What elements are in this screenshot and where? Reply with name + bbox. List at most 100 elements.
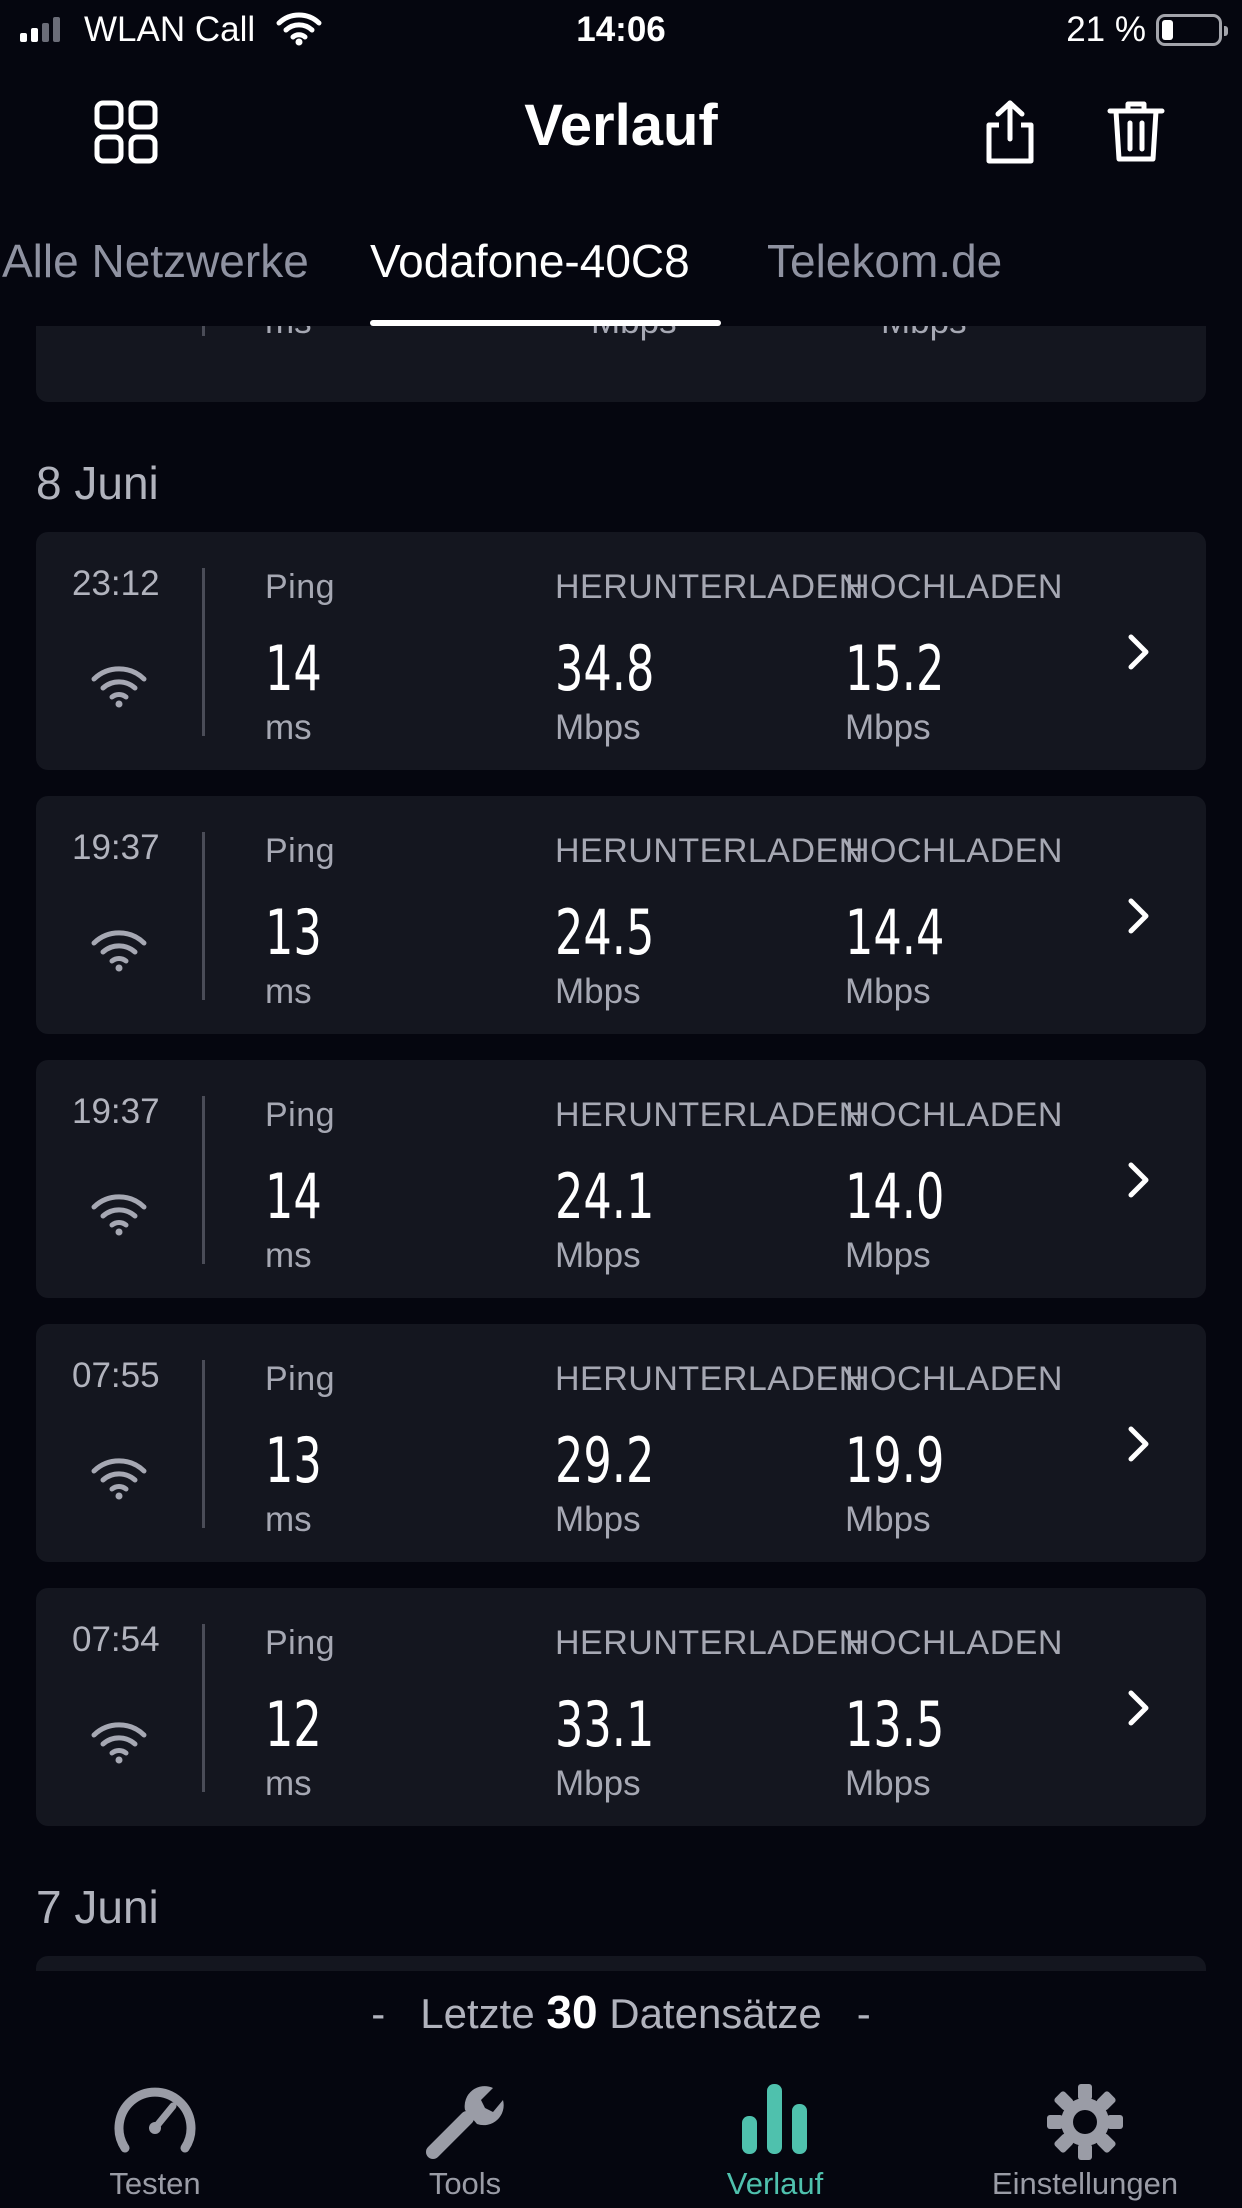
- download-label: HERUNTERLADEN: [555, 832, 864, 870]
- wifi-icon: [90, 928, 148, 977]
- tab-telekom-de[interactable]: Telekom.de: [767, 234, 1002, 288]
- nav-verlauf[interactable]: Verlauf: [620, 2068, 930, 2208]
- bar-chart-icon: [620, 2082, 930, 2156]
- network-tabs: Alle Netzwerke Vodafone-40C8 Telekom.de: [0, 220, 1242, 326]
- dash: -: [856, 1990, 871, 2037]
- history-row-partial[interactable]: ·˙· ms Mbps Mbps: [36, 326, 1206, 402]
- download-label: HERUNTERLADEN: [555, 1624, 864, 1662]
- chevron-right-icon[interactable]: [1126, 1688, 1152, 1733]
- upload-label: HOCHLADEN: [845, 1096, 1063, 1134]
- upload-value: 14.0: [845, 1160, 945, 1233]
- upload-value: 15.2: [845, 632, 945, 705]
- ping-label: Ping: [265, 1096, 336, 1134]
- gear-icon: [930, 2082, 1240, 2162]
- delete-button[interactable]: [1096, 92, 1176, 172]
- records-prefix: Letzte: [420, 1990, 535, 2037]
- wrench-icon: [310, 2082, 620, 2160]
- row-time: 07:54: [72, 1620, 160, 1659]
- nav-einstellungen[interactable]: Einstellungen: [930, 2068, 1240, 2208]
- chevron-right-icon[interactable]: [1126, 1160, 1152, 1205]
- date-header: 7 Juni: [36, 1881, 159, 1933]
- battery-percentage: 21 %: [1066, 10, 1146, 49]
- upload-label: HOCHLADEN: [845, 832, 1063, 870]
- upload-label: HOCHLADEN: [845, 1360, 1063, 1398]
- download-label: HERUNTERLADEN: [555, 1096, 864, 1134]
- chevron-right-icon[interactable]: [1126, 896, 1152, 941]
- upload-label: HOCHLADEN: [845, 1624, 1063, 1662]
- history-row[interactable]: 19:37 Ping 14 ms HERUNTERLADEN 24.1 Mbps…: [36, 1060, 1206, 1298]
- page-title: Verlauf: [524, 93, 718, 158]
- ping-value: 13: [265, 896, 322, 969]
- row-divider: [202, 1360, 205, 1528]
- upload-value: 13.5: [845, 1688, 945, 1761]
- ping-unit: ms: [265, 708, 312, 747]
- history-row-partial[interactable]: [36, 1956, 1206, 1971]
- row-time: 19:37: [72, 828, 160, 867]
- share-icon: [986, 100, 1034, 164]
- ping-value: 13: [265, 1424, 322, 1497]
- wifi-icon: [90, 1456, 148, 1505]
- row-time: 23:12: [72, 564, 160, 603]
- row-divider: [202, 568, 205, 736]
- chevron-right-icon[interactable]: [1126, 632, 1152, 677]
- download-value: 24.1: [555, 1160, 655, 1233]
- ping-unit: ms: [265, 326, 312, 342]
- ping-unit: ms: [265, 1500, 312, 1539]
- upload-unit: Mbps: [845, 1500, 931, 1539]
- records-summary: - Letzte 30 Datensätze -: [0, 1985, 1242, 2039]
- row-time: 19:37: [72, 1092, 160, 1131]
- tab-vodafone-40c8[interactable]: Vodafone-40C8: [370, 234, 690, 288]
- dash: -: [371, 1990, 386, 2037]
- nav-testen[interactable]: Testen: [0, 2068, 310, 2208]
- row-divider: [202, 1624, 205, 1792]
- clock: 14:06: [576, 10, 666, 49]
- ping-unit: ms: [265, 972, 312, 1011]
- ping-value: 14: [265, 632, 322, 705]
- history-row[interactable]: 23:12 Ping 14 ms HERUNTERLADEN 34.8 Mbps…: [36, 532, 1206, 770]
- nav-label: Testen: [109, 2166, 201, 2201]
- chevron-right-icon[interactable]: [1126, 1424, 1152, 1469]
- upload-label: HOCHLADEN: [845, 568, 1063, 606]
- upload-unit: Mbps: [881, 326, 967, 342]
- download-value: 34.8: [555, 632, 655, 705]
- speedometer-icon: [0, 2082, 310, 2156]
- records-suffix: Datensätze: [609, 1990, 822, 2037]
- download-unit: Mbps: [555, 708, 641, 747]
- download-label: HERUNTERLADEN: [555, 568, 864, 606]
- nav-label: Einstellungen: [991, 2166, 1179, 2201]
- trash-icon: [1107, 101, 1165, 162]
- download-value: 24.5: [555, 896, 655, 969]
- download-unit: Mbps: [591, 326, 677, 342]
- ping-unit: ms: [265, 1236, 312, 1275]
- upload-value: 19.9: [845, 1424, 945, 1497]
- ping-label: Ping: [265, 1360, 336, 1398]
- download-value: 33.1: [555, 1688, 655, 1761]
- ping-label: Ping: [265, 832, 336, 870]
- share-button[interactable]: [970, 92, 1050, 172]
- history-row[interactable]: 19:37 Ping 13 ms HERUNTERLADEN 24.5 Mbps…: [36, 796, 1206, 1034]
- app-header: Verlauf: [0, 62, 1242, 192]
- ping-label: Ping: [265, 1624, 336, 1662]
- nav-label: Tools: [428, 2166, 502, 2201]
- download-unit: Mbps: [555, 1764, 641, 1803]
- upload-unit: Mbps: [845, 708, 931, 747]
- bottom-tab-bar: Testen Tools Verlauf Einstellungen: [0, 2068, 1242, 2208]
- download-label: HERUNTERLADEN: [555, 1360, 864, 1398]
- history-row[interactable]: 07:54 Ping 12 ms HERUNTERLADEN 33.1 Mbps…: [36, 1588, 1206, 1826]
- ping-unit: ms: [265, 1764, 312, 1803]
- date-header: 8 Juni: [36, 457, 159, 509]
- tab-alle-netzwerke[interactable]: Alle Netzwerke: [2, 234, 309, 288]
- ping-value: 14: [265, 1160, 322, 1233]
- nav-tools[interactable]: Tools: [310, 2068, 620, 2208]
- upload-unit: Mbps: [845, 1764, 931, 1803]
- ping-label: Ping: [265, 568, 336, 606]
- history-row[interactable]: 07:55 Ping 13 ms HERUNTERLADEN 29.2 Mbps…: [36, 1324, 1206, 1562]
- nav-label: Verlauf: [726, 2166, 824, 2201]
- upload-unit: Mbps: [845, 972, 931, 1011]
- battery-icon: [1156, 14, 1228, 46]
- history-list[interactable]: ·˙· ms Mbps Mbps 8 Juni 23:12 Ping 14 ms…: [0, 326, 1242, 1971]
- wifi-icon: [90, 1720, 148, 1769]
- records-count: 30: [546, 1986, 598, 2038]
- wifi-icon: [90, 1192, 148, 1241]
- download-value: 29.2: [555, 1424, 655, 1497]
